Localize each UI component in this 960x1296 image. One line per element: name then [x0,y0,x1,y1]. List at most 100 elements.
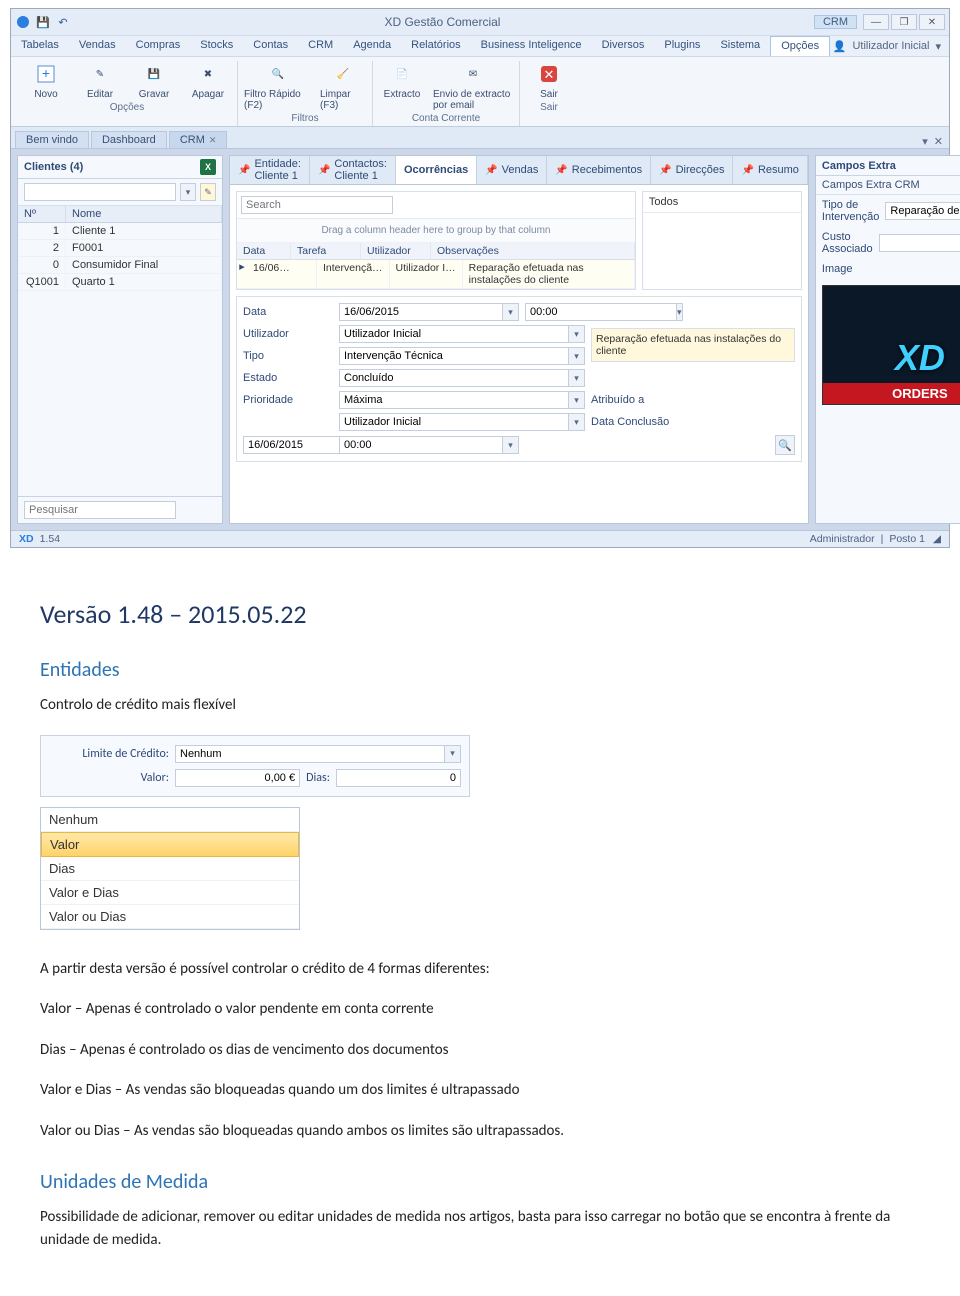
credit-option[interactable]: Valor e Dias [41,881,299,905]
ribbon-novo-button[interactable]: +Novo [23,61,69,100]
ribbon-sair-button[interactable]: ✕Sair [526,61,572,100]
prioridade-field[interactable] [339,391,569,409]
subtab-ocorrencias[interactable]: Ocorrências [396,156,477,184]
dropdown-icon[interactable]: ▾ [569,369,585,387]
menu-compras[interactable]: Compras [126,36,191,56]
dropdown-icon[interactable]: ▾ [569,325,585,343]
search-button[interactable]: 🔍 [775,435,795,455]
close-button[interactable]: ✕ [919,14,945,30]
clientes-filter-input[interactable] [24,183,176,201]
oc-col-data[interactable]: Data [237,243,291,259]
tabs-close-all-icon[interactable]: ✕ [934,135,943,148]
ribbon-editar-button[interactable]: ✎Editar [77,61,123,100]
credit-option[interactable]: Valor [41,832,299,857]
subtab-recebimentos[interactable]: 📌Recebimentos [547,156,651,184]
export-excel-icon[interactable]: X [200,159,216,175]
credit-option[interactable]: Valor ou Dias [41,905,299,929]
atribuido-field[interactable] [339,413,569,431]
status-version: 1.54 [40,533,60,545]
menu-opcoes[interactable]: Opções [770,36,830,56]
valor-field[interactable] [175,769,300,787]
ribbon-envio-email-button[interactable]: ✉Envio de extracto por email [433,61,513,111]
dropdown-icon[interactable]: ▾ [569,413,585,431]
resize-grip-icon[interactable]: ◢ [933,533,941,545]
doctab-bemvindo[interactable]: Bem vindo [15,131,89,148]
credit-options-list: Nenhum Valor Dias Valor e Dias Valor ou … [40,807,300,930]
ribbon-extracto-button[interactable]: 📄Extracto [379,61,425,111]
dropdown-icon[interactable]: ▾ [569,391,585,409]
tipo-intervencao-field[interactable] [885,202,960,220]
current-user: Utilizador Inicial [852,40,929,52]
maximize-button[interactable]: ❐ [891,14,917,30]
custo-field[interactable] [879,234,960,252]
nota-textarea[interactable]: Reparação efetuada nas instalações do cl… [591,328,795,362]
subtab-vendas[interactable]: 📌Vendas [477,156,547,184]
ribbon-apagar-button[interactable]: ✖Apagar [185,61,231,100]
clientes-filter-clear[interactable]: ✎ [200,183,216,201]
clientes-row[interactable]: Q1001Quarto 1 [18,274,222,291]
menu-plugins[interactable]: Plugins [654,36,710,56]
doctab-dashboard[interactable]: Dashboard [91,131,167,148]
menu-vendas[interactable]: Vendas [69,36,126,56]
clientes-col-nome[interactable]: Nome [66,206,222,222]
clientes-filter-dropdown[interactable]: ▾ [180,183,196,201]
ribbon-gravar-button[interactable]: 💾Gravar [131,61,177,100]
date-picker-icon[interactable]: ▾ [503,303,519,321]
menu-contas[interactable]: Contas [243,36,298,56]
dias-field[interactable] [336,769,461,787]
utilizador-field[interactable] [339,325,569,343]
horaconclusao-field[interactable] [339,436,503,454]
time-picker-icon[interactable]: ▾ [503,436,519,454]
menu-diversos[interactable]: Diversos [592,36,655,56]
subtab-contactos[interactable]: 📌Contactos: Cliente 1 [310,156,396,184]
clientes-title: Clientes (4) [24,161,83,173]
group-by-hint[interactable]: Drag a column header here to group by th… [237,219,635,243]
data-field[interactable] [339,303,503,321]
limite-combo[interactable] [175,745,445,763]
menu-sistema[interactable]: Sistema [710,36,770,56]
orders-image[interactable]: XD ORDERS [822,285,960,405]
clientes-row[interactable]: 1Cliente 1 [18,223,222,240]
ocorrencias-row[interactable]: ▸ 16/06… Intervençã… Utilizador I… Repar… [237,260,635,289]
oc-col-obs[interactable]: Observações [431,243,635,259]
tipo-intervencao-label: Tipo de Intervenção [822,199,879,223]
time-picker-icon[interactable]: ▾ [677,303,683,321]
clientes-search-input[interactable] [24,501,176,519]
app-icon [15,14,31,30]
dropdown-icon[interactable]: ▾ [569,347,585,365]
menu-agenda[interactable]: Agenda [343,36,401,56]
tipo-field[interactable] [339,347,569,365]
ocorrencias-search-input[interactable] [241,196,393,214]
status-logo-icon: XD [19,533,34,545]
limite-dropdown-icon[interactable]: ▾ [445,745,461,763]
qat-save-icon[interactable]: 💾 [35,14,51,30]
clientes-row[interactable]: 0Consumidor Final [18,257,222,274]
clientes-row[interactable]: 2F0001 [18,240,222,257]
tabs-dropdown-icon[interactable]: ▾ [922,135,928,148]
user-dropdown-icon[interactable]: ▾ [935,40,941,53]
menu-stocks[interactable]: Stocks [190,36,243,56]
menu-crm[interactable]: CRM [298,36,343,56]
qat-undo-icon[interactable]: ↶ [55,14,71,30]
estado-field[interactable] [339,369,569,387]
ribbon-limpar-button[interactable]: 🧹Limpar (F3) [320,61,366,111]
menu-bi[interactable]: Business Inteligence [471,36,592,56]
oc-col-utilizador[interactable]: Utilizador [361,243,431,259]
lbl-atribuido: Atribuído a [591,394,795,406]
oc-col-tarefa[interactable]: Tarefa [291,243,361,259]
subtab-entidade[interactable]: 📌Entidade: Cliente 1 [230,156,310,184]
hora-field[interactable] [525,303,677,321]
subtab-direccoes[interactable]: 📌Direcções [651,156,733,184]
credit-option[interactable]: Dias [41,857,299,881]
credit-option[interactable]: Nenhum [41,808,299,832]
minimize-button[interactable]: — [863,14,889,30]
subtab-resumo[interactable]: 📌Resumo [733,156,807,184]
clientes-col-no[interactable]: Nº [18,206,66,222]
doctab-crm[interactable]: CRM✕ [169,131,228,148]
titlebar: 💾 ↶ XD Gestão Comercial CRM — ❐ ✕ [11,9,949,35]
menu-tabelas[interactable]: Tabelas [11,36,69,56]
doctab-close-icon[interactable]: ✕ [209,135,217,145]
menu-relatorios[interactable]: Relatórios [401,36,471,56]
todos-header[interactable]: Todos [643,192,801,213]
ribbon-filtro-button[interactable]: 🔍Filtro Rápido (F2) [244,61,312,111]
